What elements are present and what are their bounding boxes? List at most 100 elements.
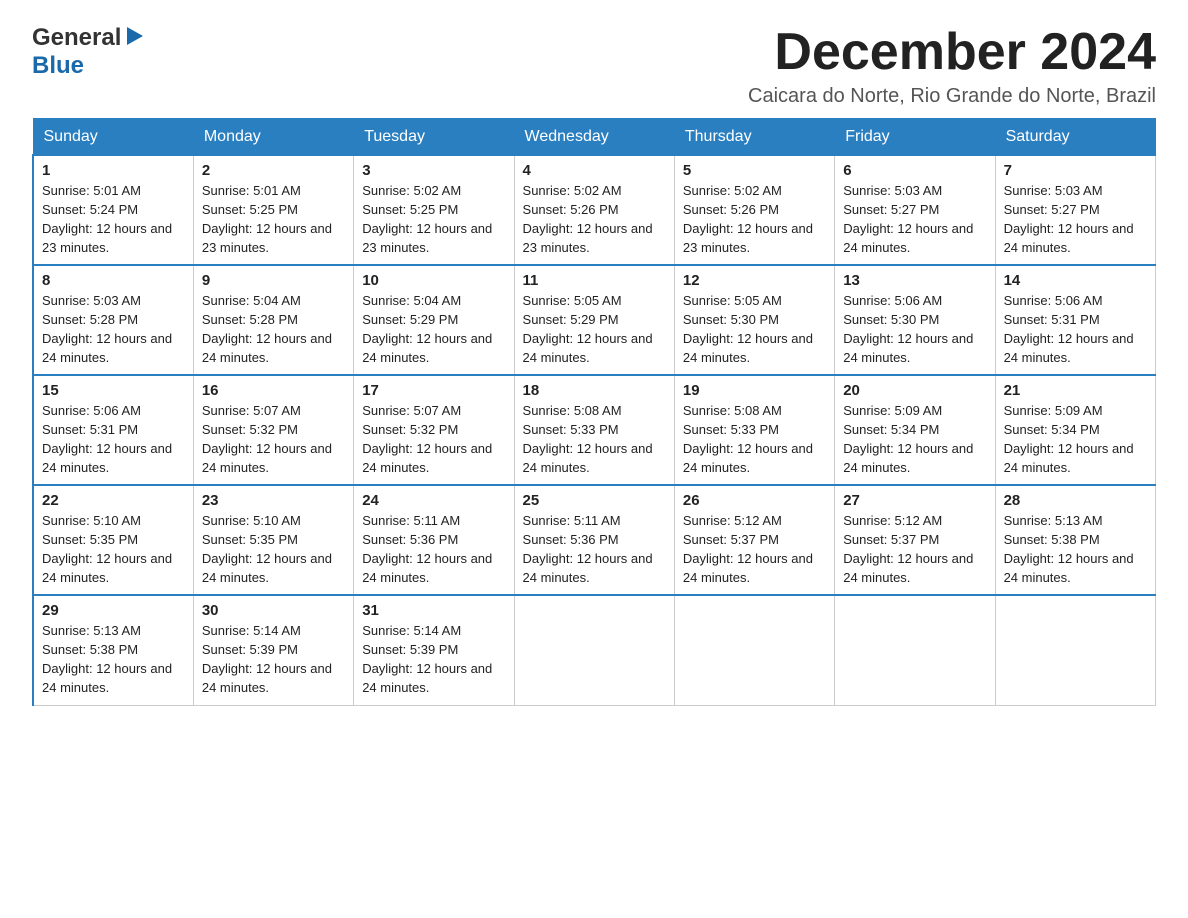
weekday-header-tuesday: Tuesday	[354, 119, 514, 155]
day-number: 7	[1004, 162, 1147, 179]
calendar-cell: 22 Sunrise: 5:10 AMSunset: 5:35 PMDaylig…	[33, 485, 193, 595]
calendar-cell: 12 Sunrise: 5:05 AMSunset: 5:30 PMDaylig…	[674, 265, 834, 375]
calendar-week-row: 8 Sunrise: 5:03 AMSunset: 5:28 PMDayligh…	[33, 265, 1156, 375]
day-number: 28	[1004, 492, 1147, 509]
day-number: 20	[843, 382, 986, 399]
day-number: 27	[843, 492, 986, 509]
day-info: Sunrise: 5:10 AMSunset: 5:35 PMDaylight:…	[202, 513, 332, 585]
day-number: 9	[202, 272, 345, 289]
day-number: 5	[683, 162, 826, 179]
calendar-cell: 4 Sunrise: 5:02 AMSunset: 5:26 PMDayligh…	[514, 155, 674, 265]
day-number: 4	[523, 162, 666, 179]
day-info: Sunrise: 5:07 AMSunset: 5:32 PMDaylight:…	[362, 403, 492, 475]
month-title: December 2024	[748, 24, 1156, 81]
calendar-cell: 13 Sunrise: 5:06 AMSunset: 5:30 PMDaylig…	[835, 265, 995, 375]
logo-general-text: General	[32, 24, 121, 52]
calendar-cell: 30 Sunrise: 5:14 AMSunset: 5:39 PMDaylig…	[193, 595, 353, 705]
day-info: Sunrise: 5:09 AMSunset: 5:34 PMDaylight:…	[843, 403, 973, 475]
calendar-cell: 16 Sunrise: 5:07 AMSunset: 5:32 PMDaylig…	[193, 375, 353, 485]
day-info: Sunrise: 5:10 AMSunset: 5:35 PMDaylight:…	[42, 513, 172, 585]
calendar-cell: 17 Sunrise: 5:07 AMSunset: 5:32 PMDaylig…	[354, 375, 514, 485]
day-number: 2	[202, 162, 345, 179]
day-info: Sunrise: 5:07 AMSunset: 5:32 PMDaylight:…	[202, 403, 332, 475]
day-info: Sunrise: 5:01 AMSunset: 5:25 PMDaylight:…	[202, 183, 332, 255]
weekday-header-friday: Friday	[835, 119, 995, 155]
day-number: 19	[683, 382, 826, 399]
calendar-table: SundayMondayTuesdayWednesdayThursdayFrid…	[32, 118, 1156, 706]
calendar-cell	[835, 595, 995, 705]
day-info: Sunrise: 5:03 AMSunset: 5:27 PMDaylight:…	[1004, 183, 1134, 255]
calendar-cell: 26 Sunrise: 5:12 AMSunset: 5:37 PMDaylig…	[674, 485, 834, 595]
day-number: 11	[523, 272, 666, 289]
day-number: 14	[1004, 272, 1147, 289]
day-number: 6	[843, 162, 986, 179]
day-number: 21	[1004, 382, 1147, 399]
day-number: 25	[523, 492, 666, 509]
calendar-cell: 6 Sunrise: 5:03 AMSunset: 5:27 PMDayligh…	[835, 155, 995, 265]
day-number: 23	[202, 492, 345, 509]
calendar-cell: 5 Sunrise: 5:02 AMSunset: 5:26 PMDayligh…	[674, 155, 834, 265]
weekday-header-monday: Monday	[193, 119, 353, 155]
calendar-cell: 8 Sunrise: 5:03 AMSunset: 5:28 PMDayligh…	[33, 265, 193, 375]
day-info: Sunrise: 5:06 AMSunset: 5:31 PMDaylight:…	[1004, 293, 1134, 365]
day-number: 26	[683, 492, 826, 509]
day-info: Sunrise: 5:04 AMSunset: 5:29 PMDaylight:…	[362, 293, 492, 365]
calendar-cell: 9 Sunrise: 5:04 AMSunset: 5:28 PMDayligh…	[193, 265, 353, 375]
calendar-cell: 25 Sunrise: 5:11 AMSunset: 5:36 PMDaylig…	[514, 485, 674, 595]
weekday-header-sunday: Sunday	[33, 119, 193, 155]
day-number: 1	[42, 162, 185, 179]
calendar-cell: 27 Sunrise: 5:12 AMSunset: 5:37 PMDaylig…	[835, 485, 995, 595]
calendar-cell: 18 Sunrise: 5:08 AMSunset: 5:33 PMDaylig…	[514, 375, 674, 485]
day-number: 29	[42, 602, 185, 619]
day-info: Sunrise: 5:05 AMSunset: 5:29 PMDaylight:…	[523, 293, 653, 365]
calendar-cell: 21 Sunrise: 5:09 AMSunset: 5:34 PMDaylig…	[995, 375, 1155, 485]
calendar-cell: 24 Sunrise: 5:11 AMSunset: 5:36 PMDaylig…	[354, 485, 514, 595]
day-number: 10	[362, 272, 505, 289]
weekday-header-wednesday: Wednesday	[514, 119, 674, 155]
logo-triangle-icon	[123, 25, 145, 47]
calendar-cell: 1 Sunrise: 5:01 AMSunset: 5:24 PMDayligh…	[33, 155, 193, 265]
day-info: Sunrise: 5:11 AMSunset: 5:36 PMDaylight:…	[362, 513, 492, 585]
location-subtitle: Caicara do Norte, Rio Grande do Norte, B…	[748, 85, 1156, 108]
weekday-header-saturday: Saturday	[995, 119, 1155, 155]
logo: General Blue	[32, 24, 145, 80]
day-info: Sunrise: 5:01 AMSunset: 5:24 PMDaylight:…	[42, 183, 172, 255]
weekday-header-thursday: Thursday	[674, 119, 834, 155]
day-number: 16	[202, 382, 345, 399]
calendar-cell	[514, 595, 674, 705]
day-info: Sunrise: 5:09 AMSunset: 5:34 PMDaylight:…	[1004, 403, 1134, 475]
calendar-cell: 3 Sunrise: 5:02 AMSunset: 5:25 PMDayligh…	[354, 155, 514, 265]
day-info: Sunrise: 5:13 AMSunset: 5:38 PMDaylight:…	[1004, 513, 1134, 585]
weekday-header-row: SundayMondayTuesdayWednesdayThursdayFrid…	[33, 119, 1156, 155]
calendar-week-row: 29 Sunrise: 5:13 AMSunset: 5:38 PMDaylig…	[33, 595, 1156, 705]
calendar-cell: 28 Sunrise: 5:13 AMSunset: 5:38 PMDaylig…	[995, 485, 1155, 595]
day-info: Sunrise: 5:06 AMSunset: 5:31 PMDaylight:…	[42, 403, 172, 475]
page-header: General Blue December 2024 Caicara do No…	[32, 24, 1156, 108]
day-info: Sunrise: 5:02 AMSunset: 5:25 PMDaylight:…	[362, 183, 492, 255]
calendar-cell: 29 Sunrise: 5:13 AMSunset: 5:38 PMDaylig…	[33, 595, 193, 705]
day-number: 17	[362, 382, 505, 399]
logo-blue-text: Blue	[32, 52, 84, 80]
calendar-cell: 15 Sunrise: 5:06 AMSunset: 5:31 PMDaylig…	[33, 375, 193, 485]
day-number: 30	[202, 602, 345, 619]
calendar-cell: 20 Sunrise: 5:09 AMSunset: 5:34 PMDaylig…	[835, 375, 995, 485]
calendar-cell: 10 Sunrise: 5:04 AMSunset: 5:29 PMDaylig…	[354, 265, 514, 375]
day-info: Sunrise: 5:13 AMSunset: 5:38 PMDaylight:…	[42, 623, 172, 695]
day-info: Sunrise: 5:12 AMSunset: 5:37 PMDaylight:…	[843, 513, 973, 585]
day-info: Sunrise: 5:03 AMSunset: 5:27 PMDaylight:…	[843, 183, 973, 255]
calendar-cell: 31 Sunrise: 5:14 AMSunset: 5:39 PMDaylig…	[354, 595, 514, 705]
day-number: 3	[362, 162, 505, 179]
day-info: Sunrise: 5:02 AMSunset: 5:26 PMDaylight:…	[683, 183, 813, 255]
calendar-cell: 2 Sunrise: 5:01 AMSunset: 5:25 PMDayligh…	[193, 155, 353, 265]
day-number: 22	[42, 492, 185, 509]
day-number: 18	[523, 382, 666, 399]
day-number: 15	[42, 382, 185, 399]
day-info: Sunrise: 5:06 AMSunset: 5:30 PMDaylight:…	[843, 293, 973, 365]
day-info: Sunrise: 5:08 AMSunset: 5:33 PMDaylight:…	[683, 403, 813, 475]
day-number: 13	[843, 272, 986, 289]
calendar-week-row: 22 Sunrise: 5:10 AMSunset: 5:35 PMDaylig…	[33, 485, 1156, 595]
day-number: 12	[683, 272, 826, 289]
calendar-cell	[674, 595, 834, 705]
day-info: Sunrise: 5:04 AMSunset: 5:28 PMDaylight:…	[202, 293, 332, 365]
day-info: Sunrise: 5:11 AMSunset: 5:36 PMDaylight:…	[523, 513, 653, 585]
